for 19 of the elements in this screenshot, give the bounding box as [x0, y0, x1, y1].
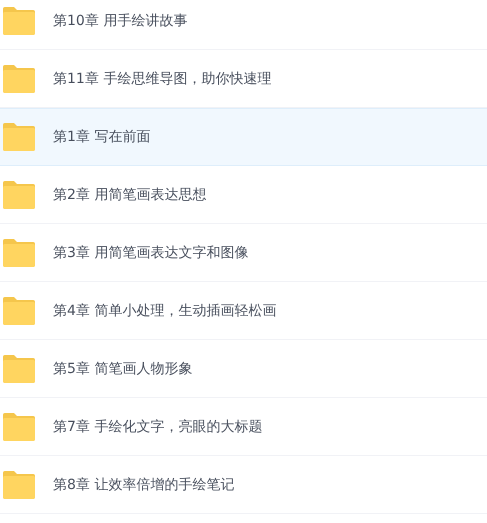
folder-icon [2, 239, 36, 267]
folder-name: 第8章 让效率倍增的手绘笔记 [53, 476, 234, 494]
folder-icon [2, 123, 36, 151]
folder-icon [2, 413, 36, 441]
folder-icon [2, 7, 36, 35]
folder-name: 第10章 用手绘讲故事 [53, 12, 188, 30]
folder-icon [2, 471, 36, 499]
folder-name: 第2章 用简笔画表达思想 [53, 186, 206, 204]
folder-icon [2, 65, 36, 93]
folder-name: 第3章 用简笔画表达文字和图像 [53, 244, 248, 262]
folder-icon [2, 181, 36, 209]
folder-name: 第5章 简笔画人物形象 [53, 360, 192, 378]
folder-name: 第7章 手绘化文字，亮眼的大标题 [53, 418, 262, 436]
folder-name: 第1章 写在前面 [53, 128, 150, 146]
folder-icon [2, 355, 36, 383]
folder-name: 第11章 手绘思维导图，助你快速理 [53, 70, 272, 88]
folder-row[interactable]: 第1章 写在前面 [0, 108, 487, 166]
folder-icon [2, 297, 36, 325]
folder-name: 第4章 简单小处理，生动插画轻松画 [53, 302, 276, 320]
